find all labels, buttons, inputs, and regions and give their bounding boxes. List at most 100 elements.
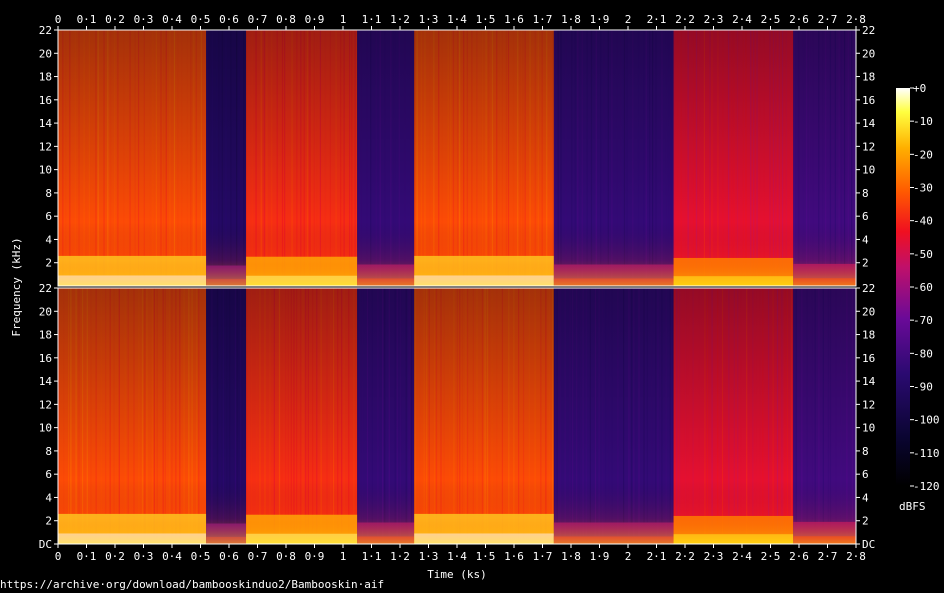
x-tick-label: 0·3 [134, 550, 154, 563]
x-tick-label: 0·8 [276, 550, 296, 563]
x-tick-label: 2·2 [675, 550, 695, 563]
x-tick-label: 1·5 [476, 550, 496, 563]
colorbar-gradient [896, 88, 910, 486]
y-tick-label: 16 [39, 94, 52, 107]
colorbar-tick-label: -90 [913, 381, 933, 394]
colorbar-tick-label: -40 [913, 215, 933, 228]
x-tick-label: 2 [625, 550, 632, 563]
y-tick-label: 10 [39, 164, 52, 177]
colorbar-tick-label: -80 [913, 347, 933, 360]
x-tick-label: 1·1 [362, 13, 382, 26]
spectrogram-channel-1 [58, 30, 857, 286]
x-tick-label: 2·4 [732, 550, 752, 563]
x-tick-label: 0·8 [276, 13, 296, 26]
x-tick-label: 0·7 [248, 550, 268, 563]
spectrogram-figure: 22 2220 2018 1816 1614 1412 1210 108 86 64 42 222 22… [10, 13, 940, 581]
x-tick-label: 1·8 [561, 550, 581, 563]
y-tick-label: 2 [45, 257, 52, 270]
x-tick-label: 1·6 [504, 13, 524, 26]
x-tick-label: 1·2 [390, 550, 410, 563]
y-tick-label: 20 [862, 47, 875, 60]
y-tick-label: 16 [862, 352, 875, 365]
colorbar-tick-label: -30 [913, 182, 933, 195]
y-tick-label: 8 [45, 445, 52, 458]
x-tick-label: 0·1 [77, 13, 97, 26]
x-tick-label: 1·9 [590, 550, 610, 563]
y-tick-label: 18 [862, 71, 875, 84]
colorbar: +0 -10 -20 -30 -40 -50 -60 -70 -80 -90 -100 -110 -12… [896, 82, 940, 513]
x-tick-label: 1 [340, 550, 347, 563]
y-tick-label: 4 [45, 233, 52, 246]
x-tick-label: 1 [340, 13, 347, 26]
y-tick-label: 2 [45, 515, 52, 528]
x-tick-label: 1·1 [362, 550, 382, 563]
y-tick-label: 6 [45, 468, 52, 481]
spectrogram-shading [58, 30, 856, 286]
y-tick-label: 10 [39, 422, 52, 435]
y-tick-label: DC [39, 538, 52, 551]
x-tick-label: 1·3 [419, 13, 439, 26]
x-tick-label: 1·4 [447, 550, 467, 563]
x-tick-label: 0·4 [162, 550, 182, 563]
x-tick-label: 0·1 [77, 550, 97, 563]
y-tick-label: 12 [39, 140, 52, 153]
y-tick-label: 22 [862, 282, 875, 295]
colorbar-tick-label: +0 [913, 82, 926, 95]
y-tick-label: 20 [39, 47, 52, 60]
y-tick-label: 14 [862, 375, 876, 388]
y-tick-label: 6 [45, 210, 52, 223]
x-tick-label: 1·6 [504, 550, 524, 563]
x-tick-label: 0·5 [191, 13, 211, 26]
y-tick-label: 14 [39, 375, 53, 388]
x-tick-label: 0·2 [105, 13, 125, 26]
x-tick-label: 2·8 [846, 13, 866, 26]
y-tick-label: 22 [39, 282, 52, 295]
x-tick-label: 0·7 [248, 13, 268, 26]
x-tick-label: 0·3 [134, 13, 154, 26]
x-tick-label: 1·7 [533, 13, 553, 26]
y-tick-label: 8 [45, 187, 52, 200]
y-tick-label: 22 [39, 24, 52, 37]
colorbar-tick-label: -60 [913, 281, 933, 294]
y-tick-label: 2 [862, 257, 869, 270]
x-tick-label: 2·4 [732, 13, 752, 26]
x-tick-label: 2·6 [789, 550, 809, 563]
x-tick-label: 2·1 [647, 550, 667, 563]
x-tick-label: 2 [625, 13, 632, 26]
y-tick-label: 16 [39, 352, 52, 365]
y-tick-label: 6 [862, 468, 869, 481]
y-tick-label: 6 [862, 210, 869, 223]
colorbar-tick-label: -10 [913, 115, 933, 128]
y-tick-label: 12 [39, 398, 52, 411]
x-tick-label: 2·3 [704, 550, 724, 563]
y-tick-label: 10 [862, 422, 875, 435]
x-tick-label: 0·5 [191, 550, 211, 563]
x-tick-label: 2·5 [761, 550, 781, 563]
x-tick-label: 2·8 [846, 550, 866, 563]
y-tick-label: 18 [862, 329, 875, 342]
y-tick-label: 20 [39, 305, 52, 318]
spectrogram-shading [58, 288, 856, 544]
y-tick-label: 16 [862, 94, 875, 107]
y-tick-label: 2 [862, 515, 869, 528]
y-tick-label: 4 [45, 491, 52, 504]
colorbar-tick-label: -110 [913, 447, 940, 460]
y-tick-label: 10 [862, 164, 875, 177]
x-tick-label: 2·7 [818, 550, 838, 563]
colorbar-tick-label: -100 [913, 414, 940, 427]
x-tick-label: 2·6 [789, 13, 809, 26]
x-tick-label: 2·5 [761, 13, 781, 26]
y-tick-label: 4 [862, 233, 869, 246]
colorbar-tick-label: -70 [913, 314, 933, 327]
x-tick-label: 0·6 [219, 550, 239, 563]
x-axis-label: Time (ks) [427, 568, 487, 581]
x-tick-label: 2·3 [704, 13, 724, 26]
x-tick-label: 2·7 [818, 13, 838, 26]
y-tick-label: 8 [862, 445, 869, 458]
y-tick-label: 14 [862, 117, 876, 130]
colorbar-tick-label: -50 [913, 248, 933, 261]
x-tick-label: 1·9 [590, 13, 610, 26]
x-tick-label: 0·2 [105, 550, 125, 563]
x-tick-label: 2·2 [675, 13, 695, 26]
x-tick-label: 0 [55, 550, 62, 563]
